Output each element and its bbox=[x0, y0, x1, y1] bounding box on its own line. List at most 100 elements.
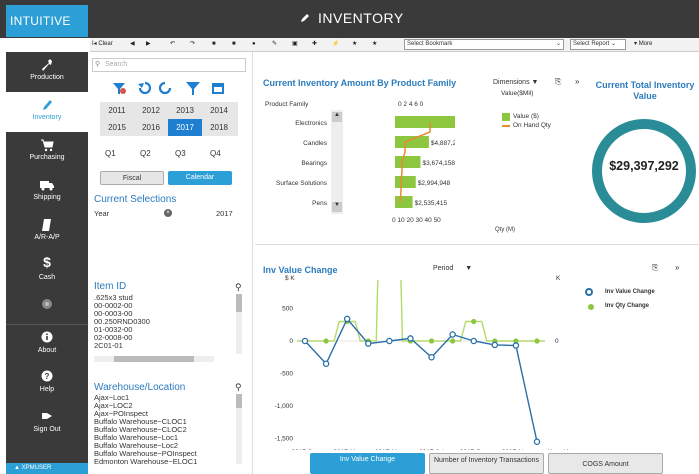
clear-button[interactable]: I◂ Clear bbox=[92, 39, 113, 50]
dimensions-dropdown[interactable]: Dimensions ▼ bbox=[493, 79, 538, 86]
export-icon[interactable]: ⎘ bbox=[652, 263, 658, 273]
edit-icon[interactable]: ✎ bbox=[272, 39, 277, 50]
sidebar-item-about[interactable]: About bbox=[6, 324, 88, 364]
nav-label: About bbox=[37, 347, 57, 354]
toolbar: I◂ Clear ◀ ▶ ↶ ↷ ■ ■ ● ✎ ▣ ✚ ⚡ ★ ★ Selec… bbox=[90, 38, 699, 52]
reload-icon[interactable]: ● bbox=[252, 39, 256, 50]
h-scrollbar[interactable] bbox=[94, 356, 214, 362]
category-label: Pens bbox=[312, 200, 328, 207]
list-item[interactable]: Edmonton Warehouse~ELOC1 bbox=[94, 458, 197, 466]
y-tick-left: -1,000 bbox=[275, 403, 294, 410]
bookmark-select[interactable]: Select Bookmark ⌄ bbox=[404, 39, 564, 50]
top-axis-ticks: 0 2 4 6 0 bbox=[398, 101, 424, 108]
sidebar-item-shipping[interactable]: Shipping bbox=[6, 172, 88, 212]
quarter-q2[interactable]: Q2 bbox=[140, 149, 151, 158]
report-select[interactable]: Select Report ⌄ bbox=[570, 39, 626, 50]
search-icon[interactable]: ⚲ bbox=[235, 382, 242, 393]
selection-field: Year bbox=[94, 209, 110, 218]
qty-point bbox=[428, 338, 435, 344]
calendar-button[interactable]: Calendar bbox=[168, 171, 232, 185]
scrollbar[interactable] bbox=[236, 394, 242, 464]
wand-icon[interactable]: ⚡ bbox=[332, 39, 339, 50]
scroll-down-icon: ▼ bbox=[332, 202, 342, 212]
nav-label: Shipping bbox=[33, 194, 61, 201]
tab-cogs-amount[interactable]: COGS Amount bbox=[548, 453, 663, 474]
quarter-q3[interactable]: Q3 bbox=[175, 149, 186, 158]
year-2015[interactable]: 2015 bbox=[100, 119, 134, 136]
year-2017[interactable]: 2017 bbox=[168, 119, 202, 136]
star-add-icon[interactable]: ★ bbox=[352, 39, 357, 50]
add-icon[interactable]: ✚ bbox=[312, 39, 317, 50]
export-icon[interactable]: ⎘ bbox=[555, 77, 561, 87]
palette-icon bbox=[6, 292, 88, 314]
category-label: Candles bbox=[303, 140, 328, 147]
sidebar-item-signout[interactable]: Sign Out bbox=[6, 404, 88, 444]
brand-logo[interactable]: INTUITIVE bbox=[6, 5, 88, 37]
report-icon[interactable]: ▣ bbox=[292, 39, 298, 50]
bar-value-label: $3,674,158 bbox=[422, 160, 455, 167]
nav-label: Cash bbox=[38, 274, 56, 281]
sidebar-nav: Production Inventory Purchasing Shipping… bbox=[6, 52, 88, 474]
remove-selection-icon[interactable]: × bbox=[164, 209, 172, 217]
fiscal-button[interactable]: Fiscal bbox=[100, 171, 164, 185]
undo-icon[interactable]: ↶ bbox=[170, 39, 175, 50]
sidebar-item-arap[interactable]: A/R-A/P bbox=[6, 212, 88, 252]
legend-marker-value bbox=[585, 288, 593, 296]
user-badge[interactable]: ▲ XPMUSER bbox=[6, 463, 88, 474]
bar-value-label: $2,994,948 bbox=[418, 180, 451, 187]
quarter-q4[interactable]: Q4 bbox=[210, 149, 221, 158]
chart-scrollbar[interactable]: ▲ ▼ bbox=[331, 110, 343, 214]
bottom-axis-ticks: 0 10 20 30 40 50 bbox=[392, 217, 441, 224]
qty-change-line bbox=[297, 280, 545, 342]
x-tick: 2017-Sep bbox=[460, 449, 489, 450]
category-label: Electronics bbox=[295, 120, 328, 127]
bar-value-label: $4,887,256 bbox=[431, 140, 455, 147]
truck-icon bbox=[6, 172, 88, 194]
tab-inv-value-change[interactable]: Inv Value Change bbox=[310, 453, 425, 474]
sidebar-item-help[interactable]: ? Help bbox=[6, 364, 88, 404]
page-title: INVENTORY bbox=[300, 10, 404, 26]
redo-icon bbox=[158, 81, 172, 95]
app-header: INTUITIVE INVENTORY bbox=[0, 0, 699, 38]
search-icon[interactable]: ⚲ bbox=[235, 282, 242, 293]
nav-label: Production bbox=[30, 74, 64, 81]
search-input[interactable]: ⚲ Search bbox=[92, 58, 246, 72]
forward-icon[interactable]: ▶ bbox=[146, 39, 151, 50]
lock-icon[interactable]: ■ bbox=[212, 39, 216, 50]
year-2018[interactable]: 2018 bbox=[202, 119, 236, 136]
sidebar-item-production[interactable]: Production bbox=[6, 52, 88, 92]
sidebar-item-purchasing[interactable]: Purchasing bbox=[6, 132, 88, 172]
qty-point bbox=[323, 338, 329, 344]
help-icon: ? bbox=[6, 364, 88, 386]
star-icon[interactable]: ★ bbox=[372, 39, 377, 50]
expand-icon[interactable]: » bbox=[575, 77, 579, 86]
tab-inventory-transactions[interactable]: Number of Inventory Transactions bbox=[429, 453, 544, 474]
value-point bbox=[301, 337, 309, 345]
more-button[interactable]: ▾ More bbox=[634, 39, 652, 50]
bar-value-label: $2,535,415 bbox=[415, 200, 448, 207]
scrollbar[interactable] bbox=[236, 294, 242, 354]
back-icon[interactable]: ◀ bbox=[130, 39, 135, 50]
expand-icon[interactable]: » bbox=[675, 263, 679, 272]
redo-icon[interactable]: ↷ bbox=[190, 39, 195, 50]
year-2016[interactable]: 2016 bbox=[134, 119, 168, 136]
list-item[interactable]: 2C01-01 bbox=[94, 342, 123, 350]
year-2014[interactable]: 2014 bbox=[202, 102, 236, 119]
nav-label: Purchasing bbox=[29, 154, 65, 161]
value-change-line bbox=[304, 317, 538, 442]
value-point bbox=[322, 360, 330, 368]
year-2013[interactable]: 2013 bbox=[168, 102, 202, 119]
value-point bbox=[343, 315, 351, 323]
sidebar-item-cash[interactable]: $ Cash bbox=[6, 252, 88, 292]
unlock-icon[interactable]: ■ bbox=[232, 39, 236, 50]
value-point bbox=[470, 337, 477, 345]
year-2011[interactable]: 2011 bbox=[100, 102, 134, 119]
sidebar-item-inventory[interactable]: Inventory bbox=[6, 92, 88, 132]
quarter-q1[interactable]: Q1 bbox=[105, 149, 116, 158]
value-point bbox=[386, 337, 393, 345]
period-dropdown[interactable]: Period ▼ bbox=[433, 265, 472, 272]
item-id-title: Item ID bbox=[94, 281, 127, 292]
legend-qty: On Hand Qty bbox=[513, 122, 551, 129]
year-2012[interactable]: 2012 bbox=[134, 102, 168, 119]
inventory-chart-title: Current Inventory Amount By Product Fami… bbox=[263, 78, 457, 88]
